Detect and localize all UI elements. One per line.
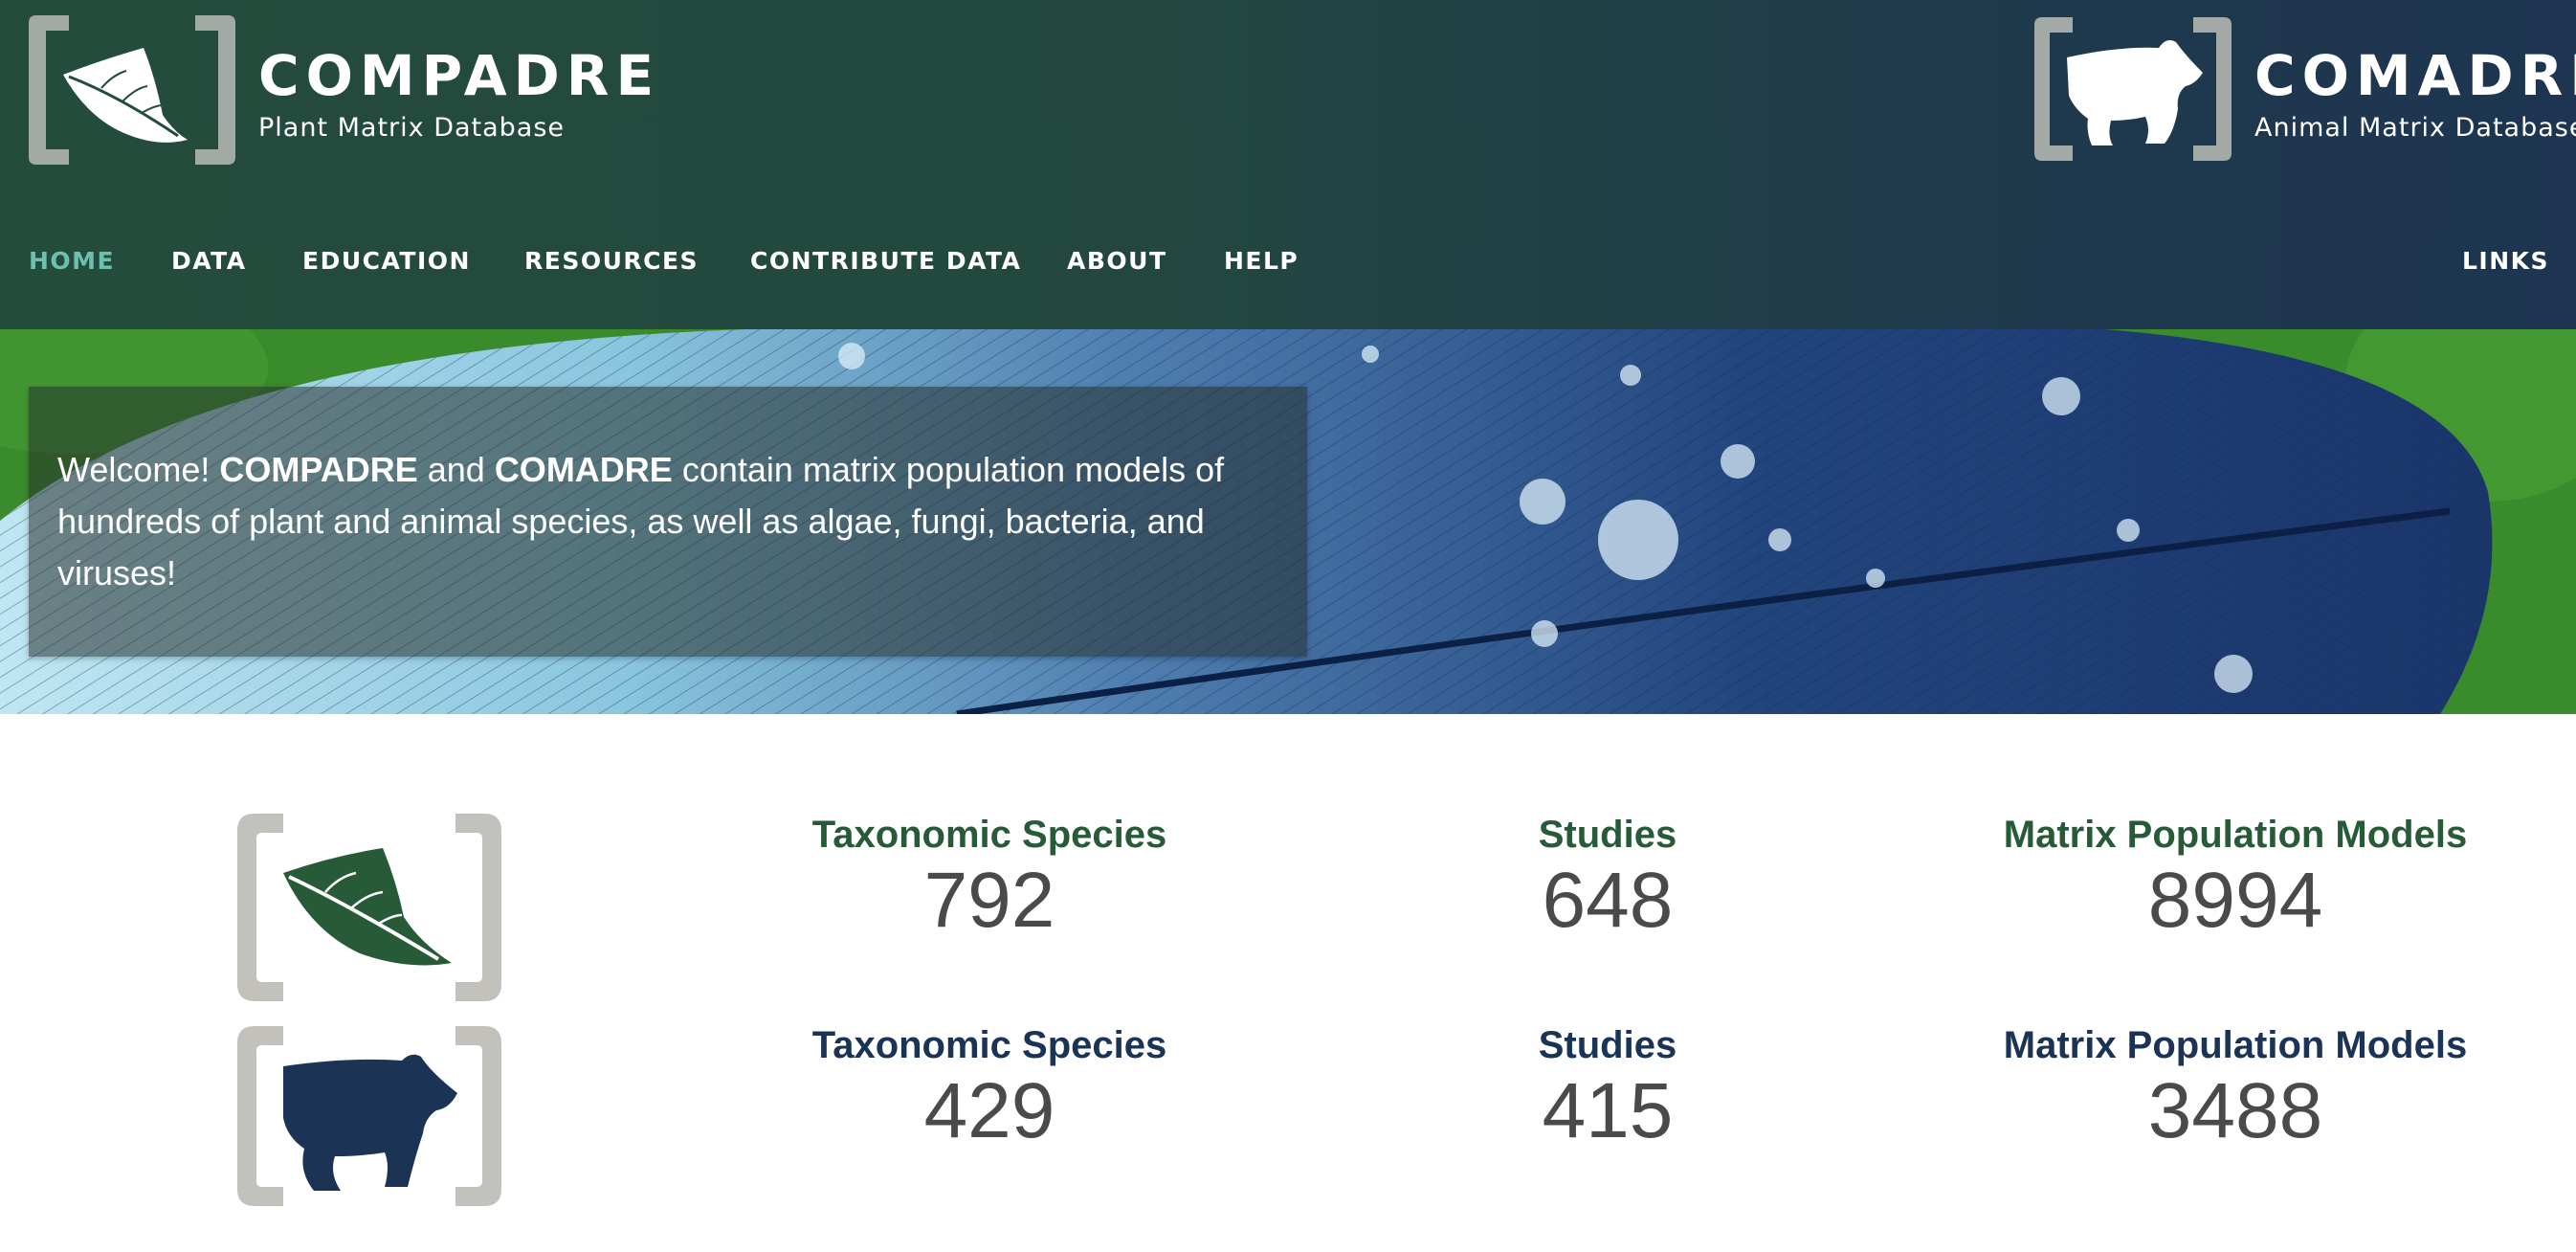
plant-models-count: 8994 [2147,857,2323,944]
compadre-title: COMPADRE [258,43,661,108]
nav-resources[interactable]: RESOURCES [524,247,699,276]
plant-stats-logo [233,810,505,1010]
animal-studies-stat: Studies 415 [1493,1024,1722,1154]
comadre-logo-icon [2034,17,2232,161]
plant-studies-label: Studies [1538,814,1677,856]
hero-banner: Welcome! COMPADRE and COMADRE contain ma… [0,329,2576,714]
comadre-brand-link[interactable]: COMADRE Animal Matrix Database [2032,13,2576,167]
plant-studies-count: 648 [1542,857,1674,944]
animal-species-stat: Taxonomic Species 429 [810,1024,1169,1154]
leaf-icon [63,48,188,143]
animal-species-count: 429 [923,1067,1055,1154]
bear-icon [237,1026,501,1206]
site-header: COMPADRE Plant Matrix Database COMADRE A… [0,0,2576,329]
animal-models-count: 3488 [2147,1067,2323,1154]
nav-contribute-data[interactable]: CONTRIBUTE DATA [750,247,1021,276]
bear-icon [2067,40,2203,145]
plant-species-stat: Taxonomic Species 792 [810,814,1169,944]
nav-data[interactable]: DATA [171,247,247,276]
welcome-text: Welcome! COMPADRE and COMADRE contain ma… [57,450,1225,592]
compadre-brand-link[interactable]: COMPADRE Plant Matrix Database [27,13,654,167]
comadre-subtitle: Animal Matrix Database [2254,113,2576,143]
main-nav: HOME DATA EDUCATION RESOURCES CONTRIBUTE… [0,247,2576,276]
plant-studies-stat: Studies 648 [1493,814,1722,944]
animal-models-stat: Matrix Population Models 3488 [1987,1024,2484,1154]
nav-home[interactable]: HOME [29,247,115,276]
nav-help[interactable]: HELP [1224,247,1299,276]
animal-studies-label: Studies [1538,1024,1677,1066]
compadre-logo-icon [29,15,235,165]
nav-education[interactable]: EDUCATION [302,247,471,276]
animal-species-label: Taxonomic Species [811,1024,1167,1066]
plant-models-stat: Matrix Population Models 8994 [1987,814,2484,944]
plant-species-label: Taxonomic Species [811,814,1167,856]
leaf-icon [237,814,501,1001]
welcome-box: Welcome! COMPADRE and COMADRE contain ma… [29,387,1307,657]
nav-links[interactable]: LINKS [2462,247,2549,276]
animal-studies-count: 415 [1542,1067,1674,1154]
animal-models-label: Matrix Population Models [2003,1024,2468,1066]
nav-about[interactable]: ABOUT [1067,247,1167,276]
plant-species-count: 792 [923,857,1055,944]
compadre-subtitle: Plant Matrix Database [258,113,566,143]
comadre-title: COMADRE [2254,43,2576,108]
animal-stats-logo [233,1022,505,1215]
plant-models-label: Matrix Population Models [2003,814,2468,856]
